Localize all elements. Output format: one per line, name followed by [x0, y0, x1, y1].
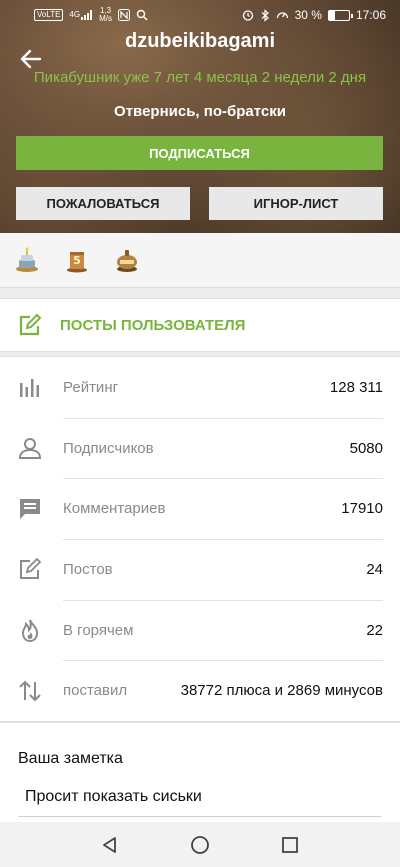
user-stats-list: Рейтинг 128 311 Подписчиков 5080 Коммент…	[0, 356, 400, 723]
stat-value: 22	[366, 621, 383, 639]
subscribe-button[interactable]: ПОДПИСАТЬСЯ	[16, 136, 383, 170]
profile-tenure: Пикабушник уже 7 лет 4 месяца 2 недели 2…	[33, 69, 367, 86]
stat-row-subscribers: Подписчиков 5080	[0, 417, 400, 479]
rating-icon	[17, 374, 43, 400]
stat-value: 128 311	[329, 378, 383, 396]
home-circle-icon[interactable]	[190, 835, 210, 855]
complain-button[interactable]: ПОЖАЛОВАТЬСЯ	[16, 187, 190, 220]
stat-row-posts: Постов 24	[0, 539, 400, 600]
network-speed: 1,3 M/s	[99, 6, 112, 23]
stat-label: Постов	[63, 560, 113, 578]
stat-label: Подписчиков	[63, 439, 154, 457]
svg-text:5: 5	[73, 254, 81, 267]
search-icon	[136, 9, 148, 21]
recents-square-icon[interactable]	[280, 835, 300, 855]
awards-row: 5	[0, 233, 400, 288]
note-input[interactable]	[18, 777, 381, 817]
battery-percent: 30 %	[294, 8, 322, 22]
stat-row-votes: поставил 38772 плюса и 2869 минусов	[0, 660, 400, 721]
signal-icon: 4G	[69, 10, 93, 20]
bluetooth-icon	[260, 8, 270, 22]
battery-icon	[327, 9, 353, 21]
stat-label: поставил	[63, 682, 128, 700]
clock: 17:06	[355, 8, 386, 22]
ignore-list-button[interactable]: ИГНОР-ЛИСТ	[209, 187, 383, 220]
user-posts-label: ПОСТЫ ПОЛЬЗОВАТЕЛЯ	[60, 316, 246, 334]
stat-value: 5080	[349, 439, 383, 457]
stat-row-comments: Комментариев 17910	[0, 478, 400, 539]
back-triangle-icon[interactable]	[100, 835, 120, 855]
person-icon	[17, 435, 43, 461]
comment-icon	[17, 496, 43, 522]
alarm-icon	[242, 9, 254, 21]
edit-icon	[17, 556, 43, 582]
volte-badge: VoLTE	[34, 9, 64, 21]
stat-value: 17910	[341, 500, 383, 518]
flame-icon	[17, 617, 43, 643]
note-section: Ваша заметка	[0, 722, 400, 822]
stat-row-rating: Рейтинг 128 311	[0, 357, 400, 418]
cake-award-icon[interactable]	[14, 247, 40, 273]
system-navigation-bar	[0, 822, 400, 867]
stat-label: В горячем	[63, 621, 134, 639]
stat-label: Рейтинг	[63, 378, 119, 396]
speedometer-icon	[276, 9, 289, 21]
arrows-updown-icon	[17, 678, 43, 704]
user-posts-link[interactable]: ПОСТЫ ПОЛЬЗОВАТЕЛЯ	[0, 298, 400, 352]
battery-level	[328, 10, 335, 20]
nfc-icon	[117, 9, 130, 21]
five-years-award-icon[interactable]: 5	[64, 247, 90, 273]
stat-value: 24	[366, 560, 383, 578]
stat-row-hot: В горячем 22	[0, 599, 400, 661]
stat-label: Комментариев	[63, 500, 166, 518]
status-bar: VoLTE 4G 1,3 M/s 30 % 17:06	[0, 0, 400, 30]
profile-subtitle: Отвернись, по-братски	[114, 103, 286, 120]
profile-username: dzubeikibagami	[124, 30, 276, 52]
note-title: Ваша заметка	[18, 750, 123, 767]
stat-value: 38772 плюса и 2869 минусов	[180, 682, 383, 700]
edit-icon	[18, 313, 42, 337]
1000-award-icon[interactable]	[114, 247, 140, 273]
profile-header: VoLTE 4G 1,3 M/s 30 % 17:06 dzubeikibaga…	[0, 0, 400, 233]
